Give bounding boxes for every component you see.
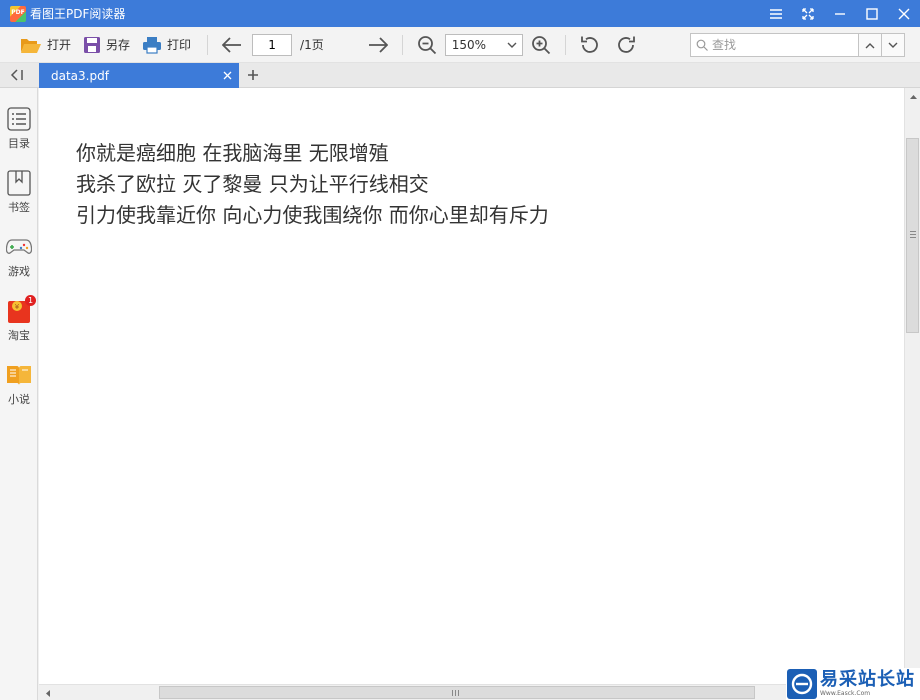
- title-bar: PDF 看图王PDF阅读器: [0, 0, 920, 27]
- print-label: 打印: [167, 38, 192, 52]
- chevron-up-icon: [865, 42, 875, 48]
- toolbar-divider: [401, 34, 403, 55]
- site-logo-icon: [787, 669, 817, 699]
- hamburger-menu-icon: [770, 8, 782, 19]
- triangle-up-icon: [909, 94, 917, 99]
- sidebar-item-bookmarks[interactable]: 书签: [0, 170, 38, 226]
- horizontal-scroll-thumb[interactable]: [159, 686, 755, 699]
- document-line: 你就是癌细胞 在我脑海里 无限增殖: [76, 141, 389, 165]
- save-as-button[interactable]: 另存: [77, 31, 136, 59]
- page-total-label: /1页: [300, 38, 324, 52]
- menu-button[interactable]: [760, 0, 792, 27]
- zoom-level-value: 150%: [451, 37, 487, 52]
- open-label: 打开: [47, 38, 72, 52]
- search-next-button[interactable]: [881, 33, 905, 57]
- bookmark-icon: [6, 170, 32, 196]
- print-button[interactable]: 打印: [136, 31, 197, 59]
- svg-text:¥: ¥: [15, 303, 20, 311]
- minimize-icon: [835, 12, 845, 15]
- printer-icon: [143, 36, 162, 54]
- plus-icon: [248, 70, 258, 80]
- sidebar-item-novels[interactable]: 小说: [0, 362, 38, 418]
- rotate-left-button[interactable]: [576, 31, 604, 59]
- search-navigation: [858, 33, 905, 57]
- folder-open-icon: [21, 38, 41, 53]
- notification-badge: 1: [25, 295, 36, 306]
- rotate-left-icon: [580, 36, 598, 53]
- close-tab-button[interactable]: [221, 69, 233, 81]
- arrow-left-icon: [222, 36, 242, 53]
- maximize-button[interactable]: [856, 0, 888, 27]
- arrow-right-icon: [368, 36, 388, 53]
- grip-icon: [452, 690, 459, 696]
- zoom-out-button[interactable]: [413, 31, 441, 59]
- tab-bar: data3.pdf: [0, 63, 920, 88]
- document-line: 我杀了欧拉 灭了黎曼 只为让平行线相交: [76, 172, 429, 196]
- watermark-title: 易采站长站: [820, 669, 915, 690]
- sidebar-item-label: 游戏: [8, 265, 30, 278]
- fullscreen-button[interactable]: [792, 0, 824, 27]
- next-page-button[interactable]: [364, 31, 392, 59]
- horizontal-scrollbar[interactable]: [39, 684, 904, 700]
- sidebar-item-taobao[interactable]: ¥ 1 淘宝: [0, 295, 38, 354]
- document-viewer[interactable]: 你就是癌细胞 在我脑海里 无限增殖 我杀了欧拉 灭了黎曼 只为让平行线相交 引力…: [39, 88, 904, 684]
- window-controls: [760, 0, 920, 27]
- sidebar-item-label: 书签: [8, 201, 30, 214]
- page-number-input[interactable]: [252, 33, 293, 56]
- new-tab-button[interactable]: [246, 68, 260, 82]
- close-window-button[interactable]: [888, 0, 920, 27]
- fullscreen-icon: [802, 7, 814, 20]
- chevron-down-icon: [507, 42, 517, 48]
- window-title: 看图王PDF阅读器: [30, 7, 126, 21]
- sidebar-item-label: 目录: [8, 137, 30, 150]
- chevron-down-icon: [888, 42, 898, 48]
- previous-page-button[interactable]: [218, 31, 246, 59]
- toolbar-divider: [207, 34, 209, 55]
- document-page-text: 你就是癌细胞 在我脑海里 无限增殖 我杀了欧拉 灭了黎曼 只为让平行线相交 引力…: [76, 138, 549, 231]
- book-icon: [6, 362, 32, 388]
- sidebar-item-toc[interactable]: 目录: [0, 106, 38, 162]
- zoom-out-icon: [417, 35, 436, 54]
- search-box: [690, 33, 860, 57]
- search-input[interactable]: [712, 38, 852, 52]
- tab-document[interactable]: data3.pdf: [39, 63, 239, 88]
- triangle-left-icon: [45, 689, 50, 697]
- scroll-up-button[interactable]: [905, 88, 920, 104]
- sidebar-item-label: 淘宝: [8, 329, 30, 342]
- scroll-left-button[interactable]: [39, 685, 55, 700]
- watermark-subtitle: Www.Easck.Com: [820, 690, 871, 697]
- search-icon: [696, 39, 708, 51]
- toolbar-divider: [564, 34, 566, 55]
- floppy-disk-icon: [84, 36, 101, 53]
- taobao-bag-icon: ¥ 1: [6, 295, 36, 324]
- vertical-scroll-thumb[interactable]: [906, 138, 919, 333]
- collapse-left-icon: [10, 69, 23, 81]
- main-toolbar: 打开 另存 打印 /1页 150%: [0, 27, 920, 63]
- collapse-sidebar-button[interactable]: [8, 67, 26, 83]
- minimize-button[interactable]: [824, 0, 856, 27]
- open-button[interactable]: 打开: [14, 31, 77, 59]
- gamepad-icon: [6, 234, 32, 260]
- zoom-in-icon: [531, 35, 550, 54]
- vertical-scrollbar[interactable]: [904, 88, 920, 684]
- sidebar-item-label: 小说: [8, 393, 30, 406]
- left-sidebar: 目录 书签 游戏 ¥ 1 淘宝 小说: [0, 88, 38, 700]
- grip-icon: [910, 231, 916, 238]
- tab-label: data3.pdf: [51, 68, 109, 83]
- sidebar-item-games[interactable]: 游戏: [0, 234, 38, 290]
- zoom-in-button[interactable]: [527, 31, 555, 59]
- close-icon: [898, 8, 910, 19]
- save-as-label: 另存: [106, 38, 131, 52]
- site-watermark: 易采站长站 Www.Easck.Com: [786, 668, 920, 700]
- list-icon: [6, 106, 32, 132]
- search-previous-button[interactable]: [858, 33, 882, 57]
- rotate-right-icon: [617, 36, 635, 53]
- app-logo-icon: PDF: [10, 5, 26, 22]
- zoom-level-select[interactable]: 150%: [444, 33, 523, 56]
- close-icon: [223, 71, 231, 79]
- maximize-icon: [866, 7, 878, 20]
- document-line: 引力使我靠近你 向心力使我围绕你 而你心里却有斥力: [76, 203, 549, 227]
- rotate-right-button[interactable]: [612, 31, 640, 59]
